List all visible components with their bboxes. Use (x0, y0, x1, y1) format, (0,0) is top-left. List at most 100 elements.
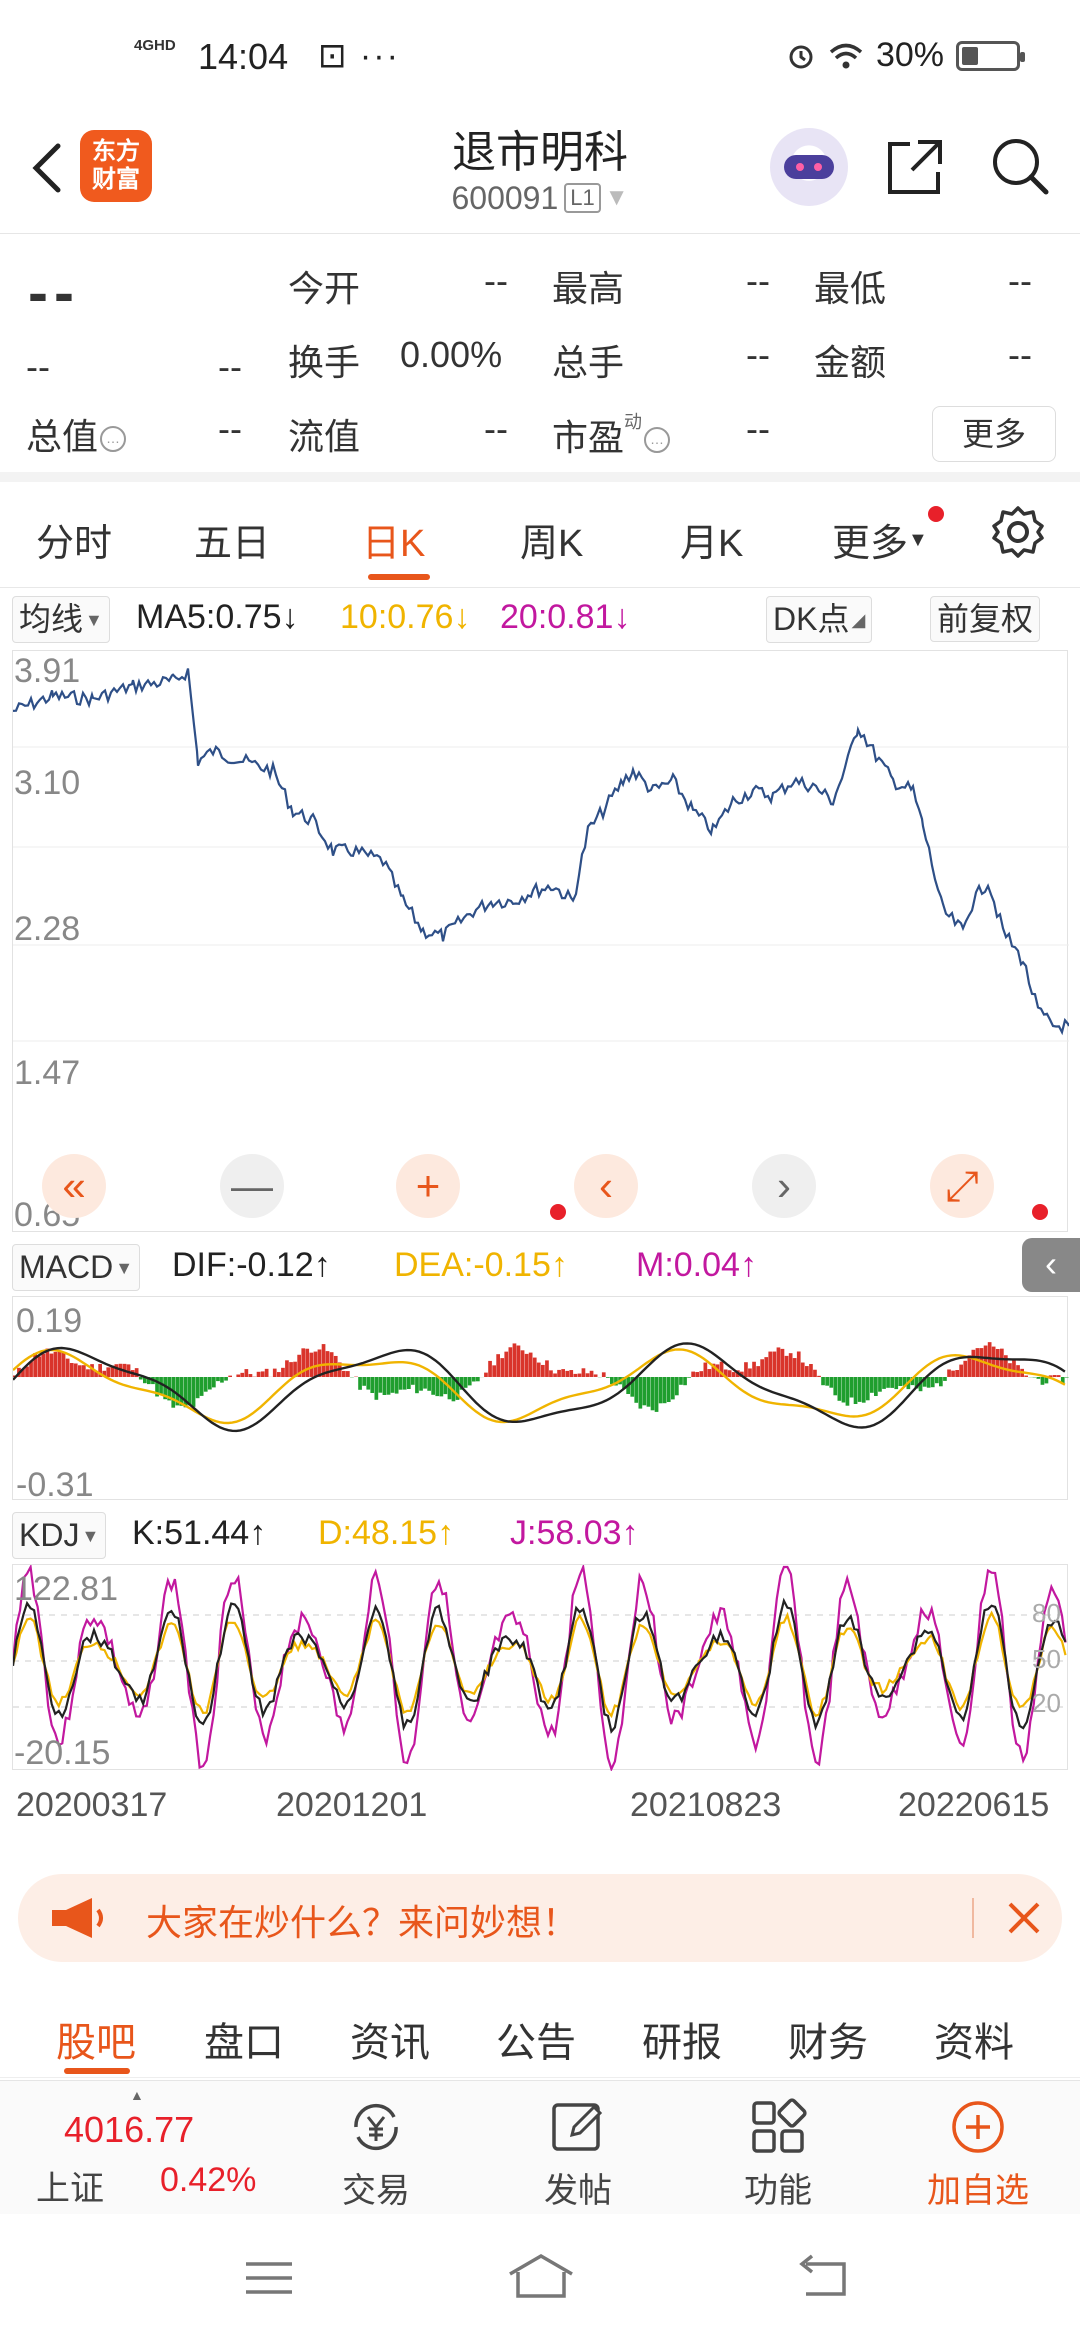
kdj-chart[interactable] (11, 1562, 1069, 1773)
macd-bar (411, 1377, 415, 1385)
post-button[interactable]: 发帖 (498, 2081, 658, 2215)
more-quote-button[interactable]: 更多 (932, 406, 1056, 462)
close-icon[interactable] (1004, 1898, 1044, 1938)
kdj-selector[interactable]: KDJ ▼ (12, 1512, 107, 1559)
settings-gear-icon[interactable] (990, 504, 1046, 560)
date-label: 20210823 (630, 1786, 782, 1824)
macd-bar (415, 1377, 419, 1394)
info-icon[interactable]: … (644, 427, 671, 453)
macd-bar (695, 1372, 699, 1378)
functions-button[interactable]: 功能 (698, 2081, 858, 2215)
tab-research[interactable]: 研报 (642, 2010, 722, 2068)
macd-bar (423, 1377, 427, 1389)
macd-bar (370, 1377, 375, 1393)
event-marker-dot[interactable] (550, 1204, 566, 1220)
macd-bar (813, 1369, 817, 1378)
macd-bar (374, 1377, 379, 1400)
tab-five-day[interactable]: 五日 (194, 512, 270, 567)
macd-y-label: 0.19 (16, 1302, 83, 1340)
macd-bar (390, 1377, 395, 1393)
macd-bar (654, 1377, 659, 1412)
macd-bar (959, 1364, 963, 1377)
label-market-cap: 总值… (26, 408, 127, 460)
macd-bar (561, 1369, 565, 1377)
kline-y-label: 3.91 (14, 652, 81, 690)
tab-profile[interactable]: 资料 (934, 2010, 1014, 2068)
value-market-cap: -- (218, 408, 242, 449)
collapse-panel-button[interactable]: ‹ (1022, 1238, 1080, 1292)
stock-code: 600091 (451, 180, 559, 216)
macd-bar (809, 1364, 813, 1378)
back-nav-icon[interactable] (794, 2254, 850, 2300)
active-tab-indicator (64, 2068, 130, 2074)
macd-bar (756, 1366, 760, 1378)
event-marker-dot[interactable] (1032, 1204, 1048, 1220)
menu-icon[interactable] (242, 2258, 296, 2298)
macd-bar (658, 1377, 663, 1404)
macd-bar (1064, 1377, 1069, 1378)
scroll-left-button[interactable]: ‹ (574, 1154, 638, 1218)
alarm-icon (789, 45, 813, 68)
macd-bar (675, 1377, 679, 1396)
tab-financials[interactable]: 财务 (788, 2010, 868, 2068)
kdj-indicator-row: KDJ ▼ K:51.44↑ D:48.15↑ J:58.03↑ (0, 1506, 1080, 1562)
tab-more[interactable]: 更多▼ (832, 512, 928, 567)
kline-y-label: 2.28 (14, 910, 81, 948)
ai-promo-banner[interactable]: 大家在炒什么？来问妙想！ (18, 1874, 1062, 1962)
zoom-in-button[interactable]: + (396, 1154, 460, 1218)
add-watchlist-button[interactable]: 加自选 (898, 2081, 1058, 2215)
macd-bar (264, 1368, 269, 1377)
tab-weekly-k[interactable]: 周K (520, 512, 583, 567)
macd-bar (882, 1377, 886, 1389)
ai-assistant-avatar[interactable] (770, 128, 848, 206)
zoom-out-button[interactable]: — (220, 1154, 284, 1218)
label-pe: 市盈动… (552, 408, 671, 461)
scroll-to-start-button[interactable]: « (42, 1154, 106, 1218)
macd-bar (557, 1369, 561, 1378)
macd-bar (82, 1365, 86, 1377)
info-icon[interactable]: … (100, 426, 127, 452)
macd-bar (532, 1357, 537, 1377)
macd-bar (528, 1352, 533, 1377)
macd-bar (784, 1355, 789, 1377)
index-value: 4016.77 (64, 2109, 195, 2150)
home-icon[interactable] (504, 2252, 578, 2300)
tab-intraday[interactable]: 分时 (36, 512, 112, 567)
trade-button[interactable]: 交易 (296, 2081, 456, 2215)
macd-bar (987, 1342, 992, 1378)
macd-bar (492, 1365, 496, 1377)
macd-bar (577, 1373, 582, 1377)
macd-bar (642, 1377, 647, 1406)
kline-chart[interactable] (12, 650, 1070, 1232)
macd-bar (894, 1377, 899, 1390)
macd-bar (212, 1377, 216, 1388)
macd-bar (731, 1372, 736, 1377)
macd-bar (25, 1366, 29, 1378)
macd-bar (821, 1377, 825, 1386)
tab-order-book[interactable]: 盘口 (204, 2010, 284, 2068)
plus-circle-icon (952, 2101, 1004, 2153)
macd-bar (829, 1377, 834, 1388)
macd-selector[interactable]: MACD ▼ (12, 1244, 141, 1291)
macd-bar (593, 1374, 598, 1377)
fullscreen-button[interactable]: ⤢ (930, 1154, 994, 1218)
dk-point-button[interactable]: DK点 ◢ (766, 596, 873, 643)
macd-chart[interactable] (12, 1296, 1069, 1500)
tab-monthly-k[interactable]: 月K (680, 512, 743, 567)
share-icon[interactable] (884, 136, 946, 198)
tab-forum[interactable]: 股吧 (56, 2010, 136, 2068)
search-icon[interactable] (988, 134, 1052, 198)
kdj-j: J:58.03↑ (510, 1514, 639, 1552)
macd-bar (199, 1377, 204, 1396)
adjust-price-button[interactable]: 前复权 (930, 596, 1041, 642)
macd-bar (220, 1377, 224, 1383)
macd-bar (1052, 1375, 1057, 1378)
scroll-right-button[interactable]: › (752, 1154, 816, 1218)
macd-bar (939, 1377, 943, 1387)
index-change: 0.42% (160, 2161, 257, 2199)
kline-svg (12, 668, 1070, 1042)
ma-selector[interactable]: 均线 ▼ (12, 596, 110, 643)
tab-announcements[interactable]: 公告 (496, 2010, 576, 2068)
tab-daily-k[interactable]: 日K (362, 512, 425, 567)
tab-news[interactable]: 资讯 (350, 2010, 430, 2068)
